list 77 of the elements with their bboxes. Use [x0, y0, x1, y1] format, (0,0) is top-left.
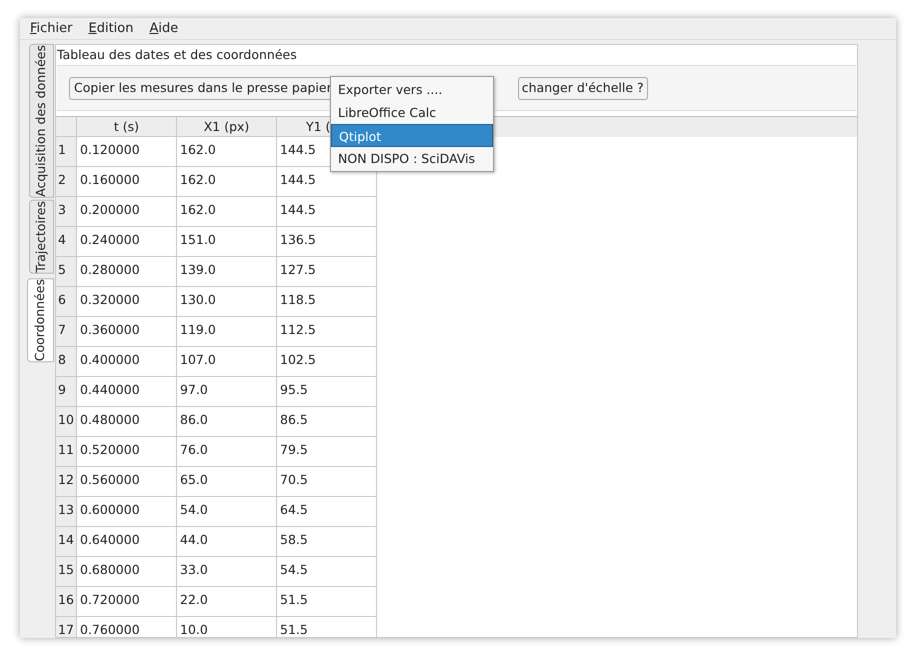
table-cell: 58.5	[277, 527, 377, 557]
table-cell: 144.5	[277, 197, 377, 227]
panel-title: Tableau des dates et des coordonnées	[56, 46, 298, 64]
row-header[interactable]: 15	[56, 557, 77, 587]
table-cell: 0.640000	[77, 527, 177, 557]
table-cell: 0.360000	[77, 317, 177, 347]
menu-item[interactable]: Aide	[143, 18, 184, 38]
table-cell: 0.680000	[77, 557, 177, 587]
table-cell: 76.0	[177, 437, 277, 467]
table-cell: 0.320000	[77, 287, 177, 317]
row-header[interactable]: 10	[56, 407, 77, 437]
table-cell: 162.0	[177, 137, 277, 167]
table-cell: 119.0	[177, 317, 277, 347]
column-header[interactable]: X1 (px)	[177, 117, 277, 137]
table-cell: 95.5	[277, 377, 377, 407]
row-header[interactable]: 6	[56, 287, 77, 317]
table-cell: 44.0	[177, 527, 277, 557]
row-header[interactable]: 14	[56, 527, 77, 557]
table-cell: 151.0	[177, 227, 277, 257]
row-header[interactable]: 8	[56, 347, 77, 377]
side-tab[interactable]: Trajectoires	[29, 200, 54, 274]
menu-item[interactable]: Fichier	[24, 18, 78, 38]
table-cell: 86.5	[277, 407, 377, 437]
row-header[interactable]: 13	[56, 497, 77, 527]
table-cell: 0.600000	[77, 497, 177, 527]
table-cell: 0.520000	[77, 437, 177, 467]
table-cell: 97.0	[177, 377, 277, 407]
table-cell: 102.5	[277, 347, 377, 377]
table-cell: 0.120000	[77, 137, 177, 167]
table-cell: 22.0	[177, 587, 277, 617]
row-header[interactable]: 12	[56, 467, 77, 497]
menu-item[interactable]: Edition	[82, 18, 140, 38]
table-cell: 86.0	[177, 407, 277, 437]
table-cell: 162.0	[177, 197, 277, 227]
table-cell: 112.5	[277, 317, 377, 347]
table-cell: 0.280000	[77, 257, 177, 287]
table-cell: 136.5	[277, 227, 377, 257]
row-header[interactable]: 17	[56, 617, 77, 637]
table-cell: 65.0	[177, 467, 277, 497]
table-cell: 0.720000	[77, 587, 177, 617]
column-header[interactable]: t (s)	[77, 117, 177, 137]
table-cell: 51.5	[277, 617, 377, 637]
table-cell: 127.5	[277, 257, 377, 287]
table-cell: 0.440000	[77, 377, 177, 407]
table-cell: 51.5	[277, 587, 377, 617]
menu-option[interactable]: Qtiplot	[331, 124, 493, 147]
row-header[interactable]: 2	[56, 167, 77, 197]
table-cell: 54.0	[177, 497, 277, 527]
row-header[interactable]: 9	[56, 377, 77, 407]
table-cell: 107.0	[177, 347, 277, 377]
table-cell: 64.5	[277, 497, 377, 527]
table-cell: 54.5	[277, 557, 377, 587]
table-cell: 130.0	[177, 287, 277, 317]
table-cell: 0.200000	[77, 197, 177, 227]
scale-button[interactable]: changer d'échelle ?	[518, 76, 648, 100]
table-cell: 139.0	[177, 257, 277, 287]
row-header[interactable]: 5	[56, 257, 77, 287]
table-cell: 79.5	[277, 437, 377, 467]
side-tab[interactable]: Coordonnées	[27, 278, 54, 362]
row-header[interactable]: 11	[56, 437, 77, 467]
table-cell: 33.0	[177, 557, 277, 587]
table-cell: 0.560000	[77, 467, 177, 497]
table-cell: 0.760000	[77, 617, 177, 637]
row-header[interactable]: 1	[56, 137, 77, 167]
row-header[interactable]: 7	[56, 317, 77, 347]
table-cell: 118.5	[277, 287, 377, 317]
table-cell: 162.0	[177, 167, 277, 197]
row-header[interactable]: 3	[56, 197, 77, 227]
table-cell: 70.5	[277, 467, 377, 497]
side-tab[interactable]: Acquisition des données	[29, 44, 54, 198]
table-cell: 10.0	[177, 617, 277, 637]
row-header[interactable]: 16	[56, 587, 77, 617]
row-header[interactable]: 4	[56, 227, 77, 257]
table-cell: 0.160000	[77, 167, 177, 197]
table-cell: 0.400000	[77, 347, 177, 377]
table-cell: 0.480000	[77, 407, 177, 437]
table-cell: 0.240000	[77, 227, 177, 257]
